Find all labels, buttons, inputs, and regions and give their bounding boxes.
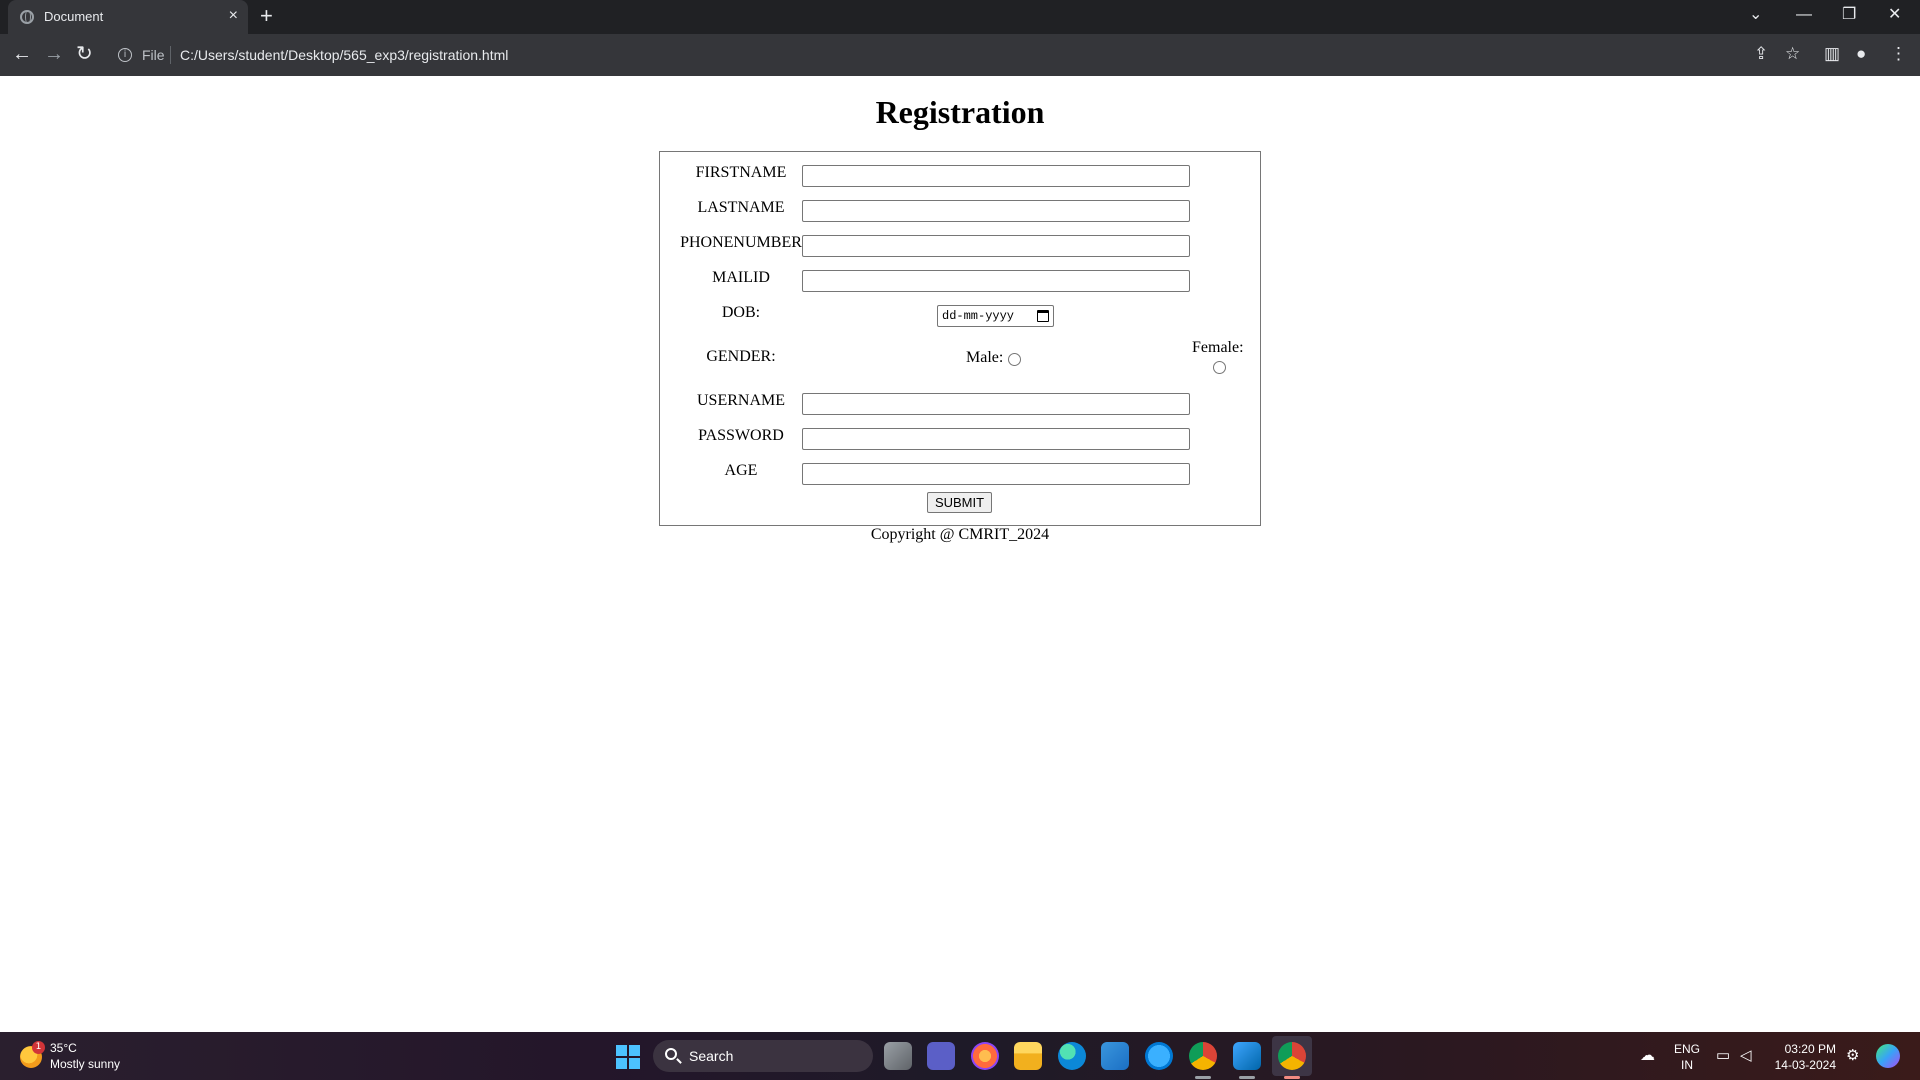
address-scheme: File — [142, 47, 165, 63]
profile-icon[interactable]: ● — [1856, 44, 1866, 64]
clock-date[interactable]: 14-03-2024 — [1766, 1058, 1836, 1072]
side-panel-icon[interactable]: ▥ — [1824, 44, 1840, 64]
browser-toolbar: ← → ↻ i File C:/Users/student/Desktop/56… — [0, 34, 1920, 76]
female-radio[interactable] — [1213, 361, 1226, 374]
firstname-label: FIRSTNAME — [695, 164, 787, 181]
task-view-icon[interactable] — [884, 1042, 912, 1070]
cloud-icon[interactable]: ☁ — [1640, 1047, 1655, 1065]
weather-condition: Mostly sunny — [50, 1057, 121, 1071]
taskbar: 1 35°C Mostly sunny Search ☁ ENG IN ▭ ◁ … — [0, 1032, 1920, 1080]
forward-icon[interactable]: → — [44, 43, 64, 65]
language-top[interactable]: ENG — [1672, 1042, 1702, 1056]
chrome-active-icon — [1278, 1042, 1306, 1070]
notification-icon[interactable]: ⚙ — [1846, 1047, 1859, 1065]
weather-badge: 1 — [32, 1041, 45, 1054]
page-content: Registration FIRSTNAME LASTNAME PHONENUM… — [0, 76, 1920, 1032]
lastname-label: LASTNAME — [697, 199, 785, 216]
windows-start-icon[interactable] — [616, 1045, 640, 1069]
dob-placeholder: dd-mm-yyyy — [942, 309, 1015, 323]
edge-icon[interactable] — [1058, 1042, 1086, 1070]
share-icon[interactable]: ⇪ — [1754, 44, 1768, 64]
tab-document[interactable]: Document × — [8, 0, 248, 34]
tab-close-icon[interactable]: × — [229, 7, 238, 25]
phonenumber-input[interactable] — [802, 235, 1190, 257]
file-explorer-icon[interactable] — [1014, 1042, 1042, 1070]
chrome-icon[interactable] — [1189, 1042, 1217, 1070]
minimize-icon[interactable]: — — [1796, 5, 1812, 25]
mailid-label: MAILID — [712, 269, 770, 286]
close-window-icon[interactable]: ✕ — [1888, 5, 1901, 25]
tab-strip: Document × + ⌄ — ❐ ✕ — [0, 0, 1920, 34]
language-bottom[interactable]: IN — [1672, 1058, 1702, 1072]
password-label: PASSWORD — [698, 427, 784, 444]
mailid-input[interactable] — [802, 270, 1190, 292]
chrome-active-button[interactable] — [1272, 1036, 1312, 1076]
age-input[interactable] — [802, 463, 1190, 485]
weather-temperature: 35°C — [50, 1041, 77, 1055]
male-radio[interactable] — [1008, 353, 1021, 366]
phonenumber-label: PHONENUMBER — [680, 234, 802, 251]
male-label: Male: — [966, 349, 1004, 366]
reload-icon[interactable]: ↻ — [76, 43, 93, 65]
username-input[interactable] — [802, 393, 1190, 415]
username-label: USERNAME — [696, 392, 785, 409]
tab-search-icon[interactable]: ⌄ — [1749, 5, 1762, 25]
address-divider — [170, 46, 171, 64]
submit-button[interactable]: SUBMIT — [927, 492, 992, 513]
info-icon[interactable]: i — [118, 48, 132, 62]
password-input[interactable] — [802, 428, 1190, 450]
back-icon[interactable]: ← — [12, 43, 32, 65]
vscode-running-indicator — [1239, 1076, 1255, 1079]
age-label: AGE — [724, 462, 758, 479]
network-icon[interactable]: ▭ — [1716, 1047, 1730, 1065]
page-title: Registration — [875, 94, 1045, 130]
chrome-running-indicator — [1195, 1076, 1211, 1079]
gender-label: GENDER: — [706, 348, 776, 365]
clock-time[interactable]: 03:20 PM — [1766, 1042, 1836, 1056]
taskbar-search[interactable]: Search — [653, 1040, 873, 1072]
firstname-input[interactable] — [802, 165, 1190, 187]
registration-form: FIRSTNAME LASTNAME PHONENUMBER MAILID DO… — [659, 151, 1261, 526]
new-tab-icon[interactable]: + — [260, 4, 273, 28]
search-label: Search — [689, 1048, 734, 1064]
teams-icon[interactable] — [927, 1042, 955, 1070]
globe-icon — [20, 10, 34, 24]
tab-title: Document — [44, 9, 104, 24]
help-icon[interactable] — [1145, 1042, 1173, 1070]
lastname-input[interactable] — [802, 200, 1190, 222]
female-label: Female: — [1192, 339, 1244, 356]
address-bar[interactable]: i File C:/Users/student/Desktop/565_exp3… — [110, 39, 1790, 71]
copyright-text: Copyright @ CMRIT_2024 — [870, 526, 1050, 543]
restore-icon[interactable]: ❐ — [1842, 5, 1856, 25]
bookmark-star-icon[interactable]: ☆ — [1785, 44, 1800, 64]
calendar-icon[interactable] — [1037, 310, 1049, 322]
dob-label: DOB: — [721, 304, 761, 321]
chrome-active-indicator — [1284, 1076, 1300, 1079]
menu-icon[interactable]: ⋮ — [1890, 44, 1907, 64]
microsoft-store-icon[interactable] — [1101, 1042, 1129, 1070]
vscode-icon[interactable] — [1233, 1042, 1261, 1070]
dob-date-input[interactable]: dd-mm-yyyy — [937, 305, 1054, 327]
address-url[interactable]: C:/Users/student/Desktop/565_exp3/regist… — [180, 47, 508, 63]
volume-muted-icon[interactable]: ◁ — [1740, 1047, 1752, 1065]
copilot-icon[interactable] — [1876, 1044, 1900, 1068]
search-icon — [665, 1048, 677, 1060]
firefox-icon[interactable] — [971, 1042, 999, 1070]
